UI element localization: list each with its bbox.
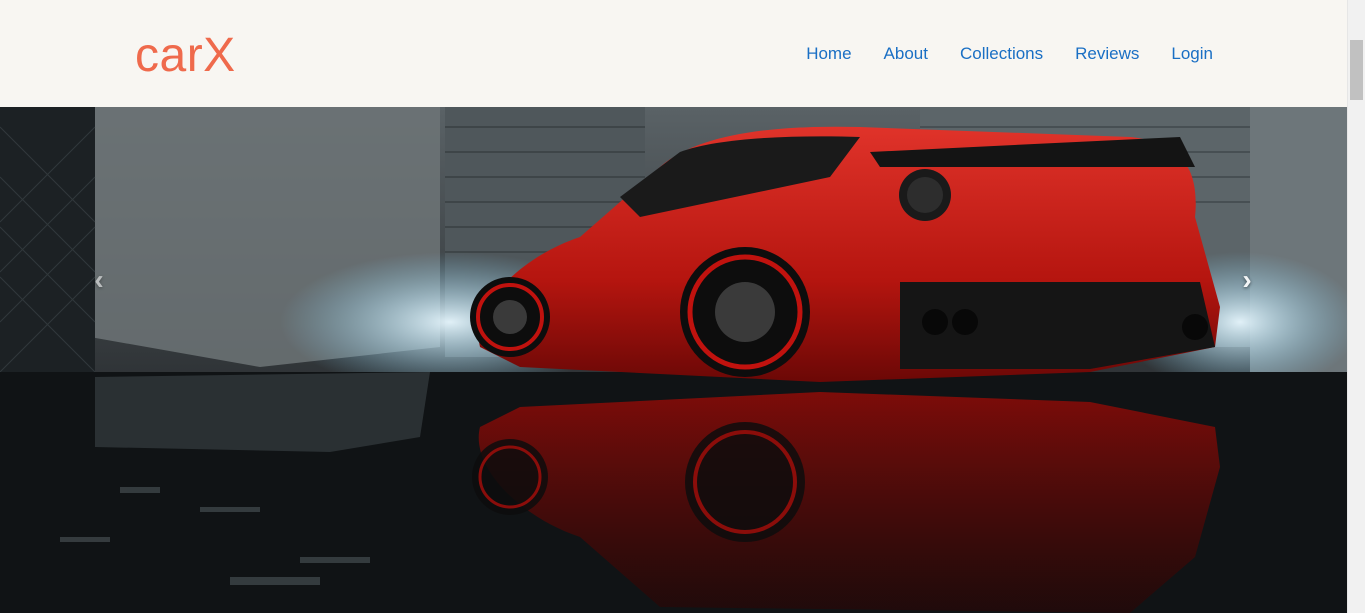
scrollbar-thumb[interactable] [1350, 40, 1363, 100]
nav-menu: Home About Collections Reviews Login [806, 44, 1213, 64]
nav-link-about[interactable]: About [884, 44, 928, 63]
carousel-next-button[interactable]: › [1232, 264, 1262, 295]
hero-carousel: ‹ › [0, 107, 1348, 613]
nav-item-about: About [884, 44, 928, 64]
nav-link-login[interactable]: Login [1171, 44, 1213, 63]
page-scrollbar[interactable] [1347, 0, 1365, 613]
nav-item-home: Home [806, 44, 851, 64]
nav-link-reviews[interactable]: Reviews [1075, 44, 1139, 63]
nav-item-reviews: Reviews [1075, 44, 1139, 64]
nav-link-collections[interactable]: Collections [960, 44, 1043, 63]
page: carX Home About Collections Reviews Logi… [0, 0, 1348, 613]
slide-image [0, 107, 1348, 613]
carousel-prev-button[interactable]: ‹ [84, 264, 114, 295]
chevron-left-icon: ‹ [94, 264, 104, 295]
chevron-right-icon: › [1242, 264, 1252, 295]
navbar: carX Home About Collections Reviews Logi… [0, 0, 1348, 107]
nav-link-home[interactable]: Home [806, 44, 851, 63]
nav-item-collections: Collections [960, 44, 1043, 64]
brand-logo[interactable]: carX [135, 30, 236, 82]
nav-item-login: Login [1171, 44, 1213, 64]
